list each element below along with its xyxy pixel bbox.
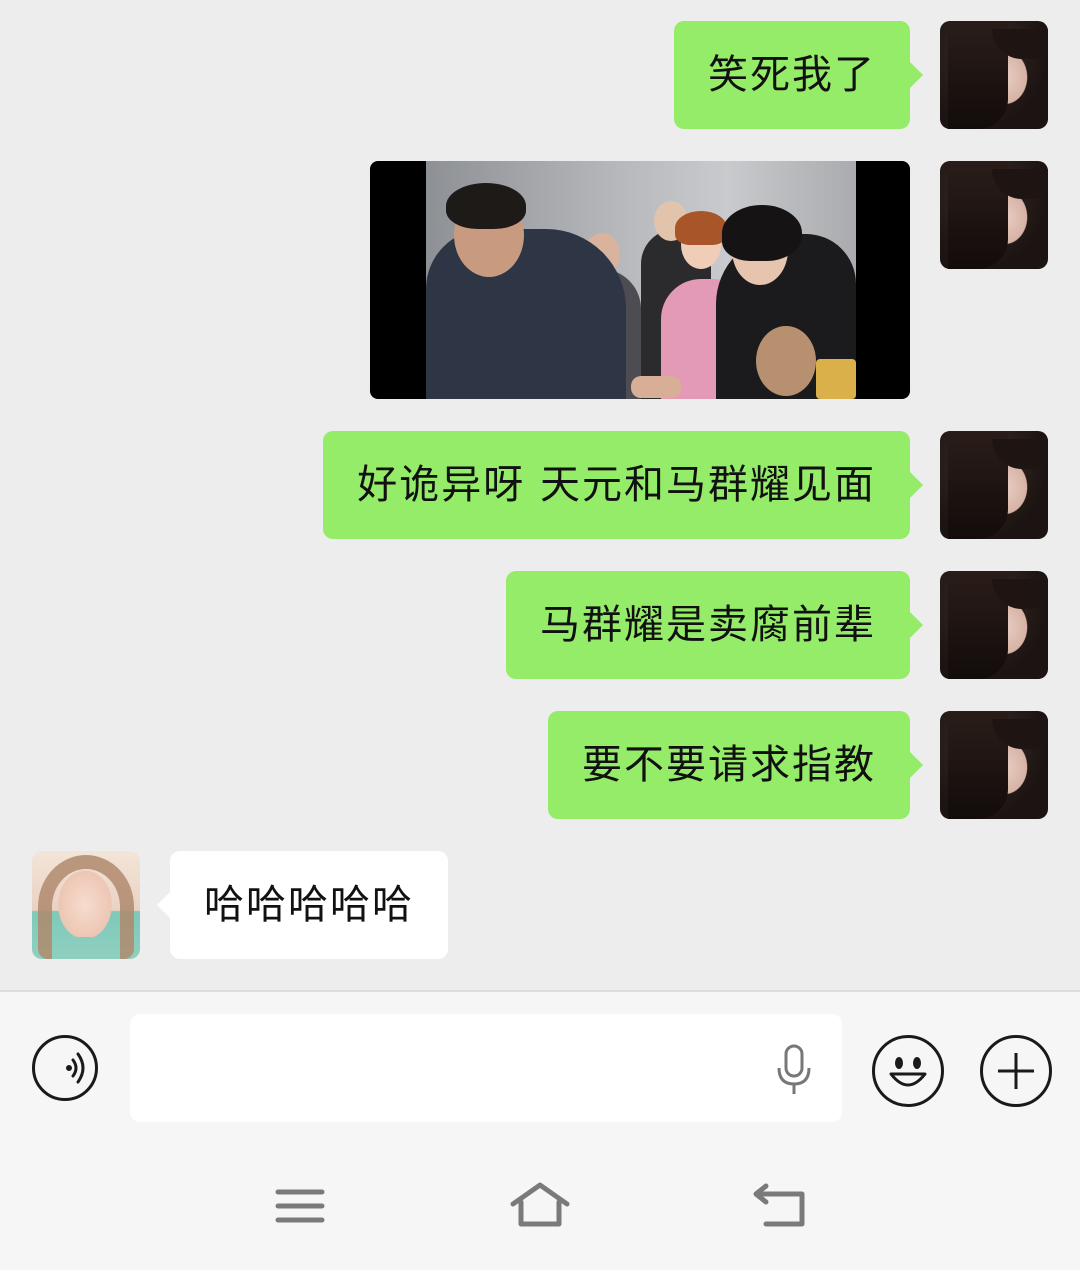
shared-photo[interactable]	[370, 161, 910, 399]
outgoing-message-bubble[interactable]: 马群耀是卖腐前辈	[506, 571, 923, 679]
message-row: 马群耀是卖腐前辈	[0, 571, 1080, 679]
input-bar	[0, 992, 1080, 1142]
message-row: 哈哈哈哈哈	[0, 851, 1080, 959]
back-icon[interactable]	[752, 1182, 808, 1228]
my-avatar[interactable]	[940, 21, 1048, 129]
message-row: 好诡异呀 天元和马群耀见面	[0, 431, 1080, 539]
message-row	[0, 161, 1080, 399]
friend-avatar[interactable]	[32, 851, 140, 959]
emoji-icon[interactable]	[872, 1035, 944, 1107]
microphone-icon[interactable]	[774, 1044, 814, 1096]
system-nav-bar	[0, 1142, 1080, 1270]
message-input[interactable]	[130, 1014, 842, 1122]
voice-mode-icon[interactable]	[32, 1035, 98, 1101]
outgoing-message-bubble[interactable]: 要不要请求指教	[548, 711, 923, 819]
message-row: 要不要请求指教	[0, 711, 1080, 819]
outgoing-message-bubble[interactable]: 好诡异呀 天元和马群耀见面	[323, 431, 923, 539]
menu-icon[interactable]	[275, 1187, 325, 1227]
incoming-message-bubble[interactable]: 哈哈哈哈哈	[157, 851, 448, 959]
my-avatar[interactable]	[940, 711, 1048, 819]
outgoing-message-bubble[interactable]: 笑死我了	[674, 21, 923, 129]
my-avatar[interactable]	[940, 571, 1048, 679]
my-avatar[interactable]	[940, 161, 1048, 269]
plus-icon[interactable]	[980, 1035, 1052, 1107]
chat-message-list[interactable]: 笑死我了 好诡异呀 天元和马群耀见面 马群耀是卖腐前辈 要不要请求指教 哈哈哈哈…	[0, 0, 1080, 990]
message-row: 笑死我了	[0, 21, 1080, 129]
photo-scene	[426, 161, 856, 399]
my-avatar[interactable]	[940, 431, 1048, 539]
home-icon[interactable]	[509, 1182, 571, 1228]
